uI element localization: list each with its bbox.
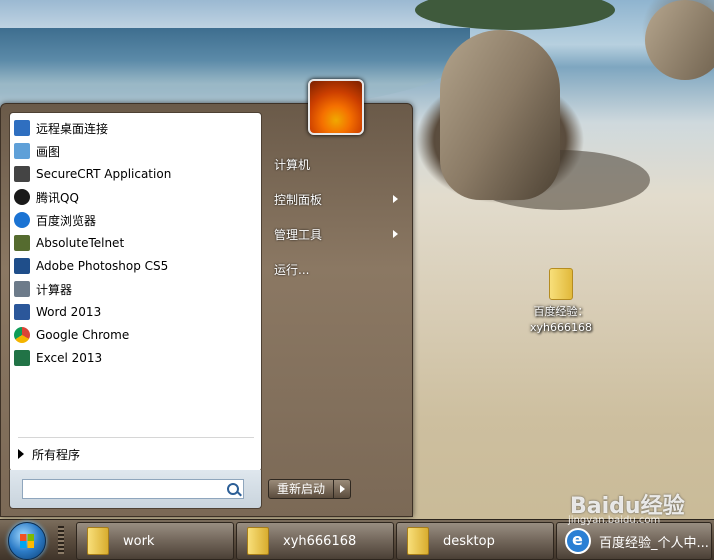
taskbar-item-label: xyh666168 [283, 533, 357, 549]
program-item-calculator[interactable]: 计算器 [14, 278, 254, 300]
shutdown-group: 重新启动 [268, 479, 352, 499]
program-label: SecureCRT Application [36, 167, 172, 181]
search-input[interactable] [22, 479, 244, 499]
menu-item-control-panel[interactable]: 控制面板 [274, 187, 398, 211]
menu-item-label: 运行... [274, 262, 310, 277]
taskbar-item-xyh666168[interactable]: xyh666168 [236, 522, 394, 560]
taskbar-item-work[interactable]: work [76, 522, 234, 560]
browser-icon [565, 528, 591, 554]
program-item-photoshop[interactable]: Adobe Photoshop CS5 [14, 255, 254, 277]
program-label: 画图 [36, 144, 61, 159]
securecrt-icon [14, 166, 30, 182]
folder-icon [407, 527, 429, 555]
program-item-absolutetelnet[interactable]: AbsoluteTelnet [14, 232, 254, 254]
excel-icon [14, 350, 30, 366]
desktop-icon-label-line1: 百度经验： [533, 305, 589, 318]
restart-button[interactable]: 重新启动 [268, 479, 335, 499]
program-item-remote-desktop[interactable]: 远程桌面连接 [14, 117, 254, 139]
program-label: 远程桌面连接 [36, 121, 109, 136]
program-item-baidu-browser[interactable]: 百度浏览器 [14, 209, 254, 231]
desktop-folder-icon[interactable]: 百度经验： xyh666168 [526, 268, 596, 336]
program-label: AbsoluteTelnet [36, 236, 125, 250]
menu-item-run[interactable]: 运行... [274, 257, 398, 281]
divider [18, 437, 254, 438]
taskbar-item-label: 百度经验_个人中... [599, 535, 709, 551]
program-label: 计算器 [36, 282, 73, 297]
absolutetelnet-icon [14, 235, 30, 251]
program-label: 百度浏览器 [36, 213, 97, 228]
program-label: Adobe Photoshop CS5 [36, 259, 169, 273]
boulder [440, 30, 560, 200]
photoshop-icon [14, 258, 30, 274]
qq-icon [14, 189, 30, 205]
menu-item-label: 管理工具 [274, 227, 323, 242]
program-item-word[interactable]: Word 2013 [14, 301, 254, 323]
program-label: Word 2013 [36, 305, 102, 319]
menu-item-computer[interactable]: 计算机 [274, 152, 398, 176]
all-programs-label: 所有程序 [32, 447, 81, 462]
menu-item-label: 控制面板 [274, 192, 323, 207]
right-boulder [645, 0, 714, 80]
menu-item-admin-tools[interactable]: 管理工具 [274, 222, 398, 246]
paint-icon [14, 143, 30, 159]
search-icon[interactable] [227, 483, 239, 495]
shutdown-options-button[interactable] [334, 479, 352, 499]
search-area [9, 470, 262, 509]
menu-item-label: 计算机 [274, 157, 311, 172]
all-programs-button[interactable]: 所有程序 [18, 443, 80, 465]
chrome-icon [14, 327, 30, 343]
program-label: Excel 2013 [36, 351, 103, 365]
calculator-icon [14, 281, 30, 297]
program-item-qq[interactable]: 腾讯QQ [14, 186, 254, 208]
chevron-right-icon [393, 195, 398, 203]
start-menu: 远程桌面连接 画图 SecureCRT Application 腾讯QQ 百度浏… [0, 79, 413, 517]
taskbar-item-browser[interactable]: 百度经验_个人中... [556, 522, 712, 560]
baidu-browser-icon [14, 212, 30, 228]
folder-icon [549, 268, 573, 300]
program-label: Google Chrome [36, 328, 130, 342]
program-label: 腾讯QQ [36, 190, 79, 205]
taskbar-item-label: desktop [443, 533, 495, 549]
desktop-icon-label-line2: xyh666168 [530, 321, 592, 334]
folder-icon [247, 527, 269, 555]
taskbar-item-label: work [123, 533, 155, 549]
word-icon [14, 304, 30, 320]
user-avatar[interactable] [308, 79, 364, 135]
chevron-right-icon [393, 230, 398, 238]
folder-icon [87, 527, 109, 555]
watermark-url: jingyan.baidu.com [568, 515, 661, 526]
sea [0, 28, 470, 108]
program-item-chrome[interactable]: Google Chrome [14, 324, 254, 346]
program-item-excel[interactable]: Excel 2013 [14, 347, 254, 369]
arrow-right-icon [18, 449, 24, 459]
start-button[interactable] [8, 522, 46, 560]
program-item-securecrt[interactable]: SecureCRT Application [14, 163, 254, 185]
taskbar-grip[interactable] [58, 526, 64, 554]
windows-logo-icon [20, 534, 34, 548]
program-item-paint[interactable]: 画图 [14, 140, 254, 162]
distant-hill [415, 0, 615, 30]
remote-desktop-icon [14, 120, 30, 136]
programs-pane: 远程桌面连接 画图 SecureCRT Application 腾讯QQ 百度浏… [9, 112, 262, 472]
taskbar-item-desktop[interactable]: desktop [396, 522, 554, 560]
